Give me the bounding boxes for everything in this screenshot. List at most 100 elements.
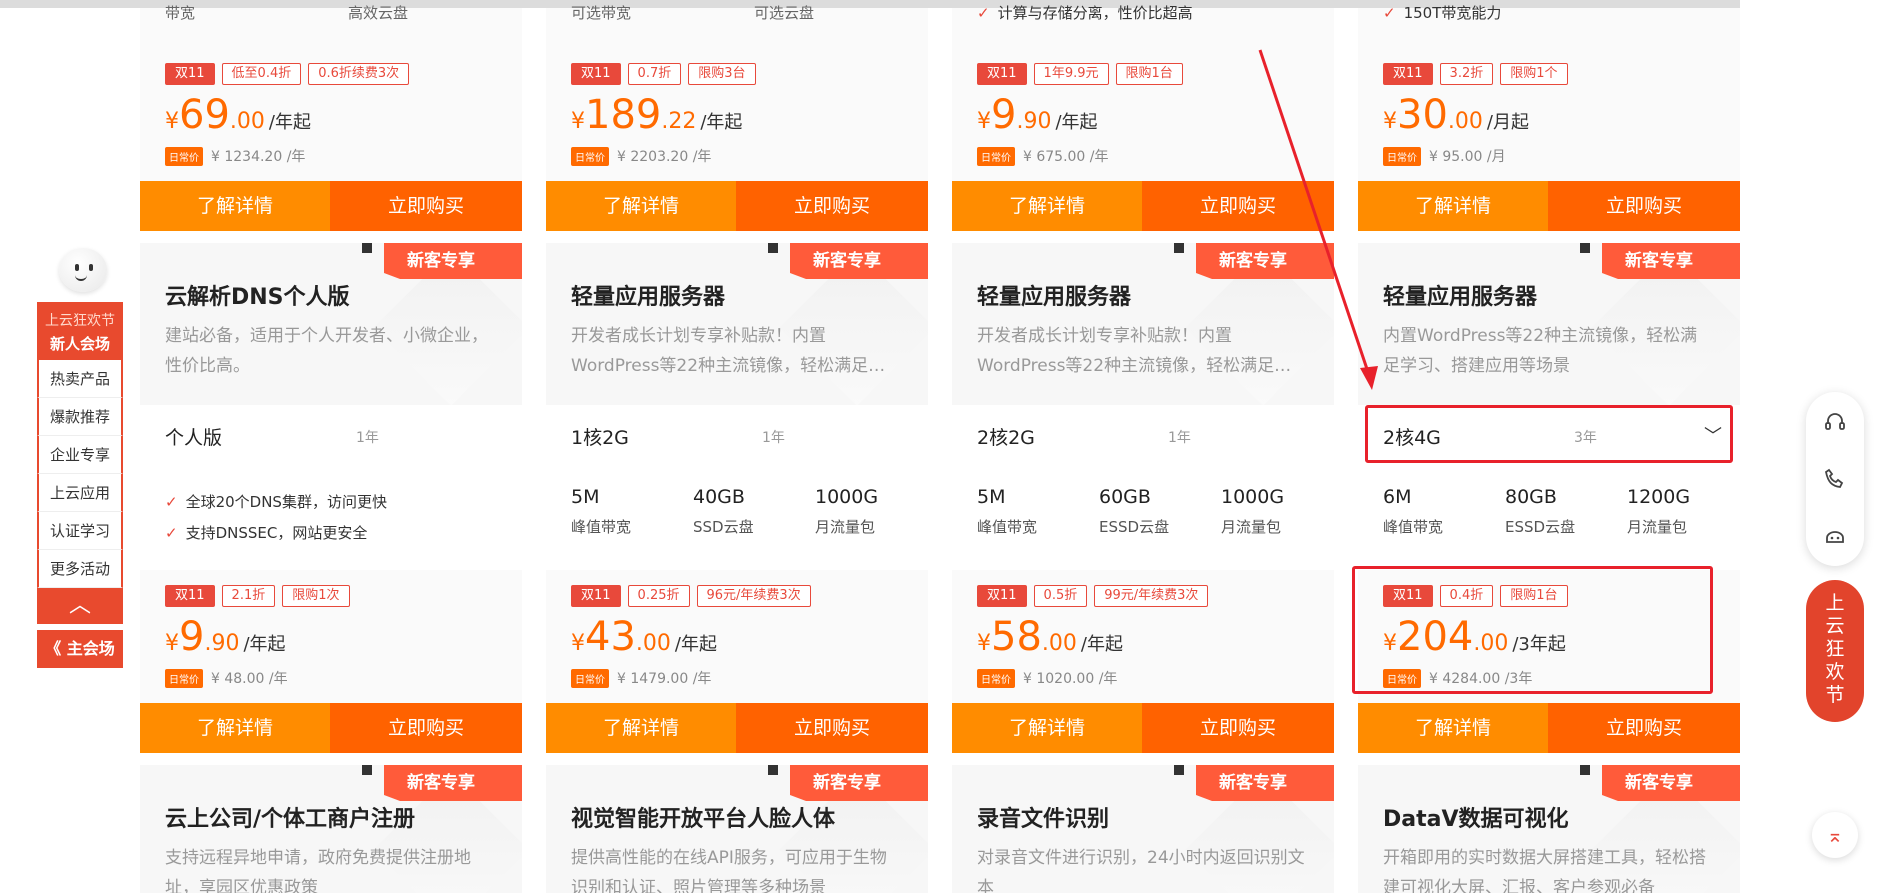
detail-button[interactable]: 了解详情 <box>140 181 330 231</box>
product-desc: 建站必备，适用于个人开发者、小微企业，性价比高。 <box>165 326 488 376</box>
feature-item: ✓ 全球20个DNS集群，访问更快 <box>165 492 387 512</box>
price: ¥9.90/年起 <box>165 614 286 660</box>
detail-button[interactable]: 了解详情 <box>952 703 1142 753</box>
phone-icon[interactable] <box>1823 467 1847 491</box>
product-title: 视觉智能开放平台人脸人体 <box>571 807 836 832</box>
metric-value: 80GB <box>1505 486 1557 508</box>
newcomer-venue-banner[interactable]: 上云狂欢节 新人会场 <box>37 302 123 360</box>
left-nav-certification[interactable]: 认证学习 <box>37 512 123 550</box>
buy-button[interactable]: 立即购买 <box>1142 703 1334 753</box>
promo-tag: 双11 <box>165 63 215 85</box>
chevron-up-icon[interactable]: ︿ <box>37 588 123 624</box>
detail-button[interactable]: 了解详情 <box>952 181 1142 231</box>
detail-button[interactable]: 了解详情 <box>1358 703 1548 753</box>
product-card-top: ✓ 计算与存储分离，性价比超高 双11 1年9.9元 限购1台 ¥9.90/年起 … <box>952 4 1334 181</box>
promo-tag: 2.1折 <box>221 585 276 607</box>
buy-button[interactable]: 立即购买 <box>1548 181 1740 231</box>
buy-button[interactable]: 立即购买 <box>330 703 522 753</box>
spec-text: 高效云盘 <box>348 4 409 22</box>
check-icon: ✓ <box>1383 3 1396 22</box>
buy-button[interactable]: 立即购买 <box>736 181 928 231</box>
product-card-header: 新客专享 云上公司/个体工商户注册 支持远程异地申请，政府免费提供注册地址，享园… <box>140 765 522 893</box>
left-nav-enterprise[interactable]: 企业专享 <box>37 436 123 474</box>
feature-item: ✓ 150T带宽能力 <box>1383 3 1502 23</box>
left-nav-hot-products[interactable]: 热卖产品 <box>37 360 123 398</box>
product-card-top: 带宽 高效云盘 双11 低至0.4折 0.6折续费3次 ¥69.00/年起 日常… <box>140 4 522 181</box>
spec-metrics: 5M 峰值带宽 40GB SSD云盘 1000G 月流量包 <box>571 486 937 537</box>
promo-tag: 99元/年续费3次 <box>1094 585 1209 607</box>
metric-value: 40GB <box>693 486 745 508</box>
spec-selector[interactable]: 2核2G 1年 <box>952 405 1334 465</box>
feature-item: ✓ 支持DNSSEC，网站更安全 <box>165 523 368 543</box>
metric-label: 月流量包 <box>1627 518 1688 536</box>
regular-price: 日常价 ¥ 1234.20 /年 <box>165 146 305 166</box>
main-venue-button[interactable]: 《 主会场 <box>37 630 123 668</box>
product-desc: 开箱即用的实时数据大屏搭建工具，轻松搭建可视化大屏、汇报、客户参观必备 <box>1383 848 1706 893</box>
spec-selector[interactable]: 1核2G 1年 <box>546 405 928 465</box>
left-nav-recommend[interactable]: 爆款推荐 <box>37 398 123 436</box>
regular-price: 日常价 ¥ 1479.00 /年 <box>571 668 711 688</box>
product-column-1: 带宽 高效云盘 双11 低至0.4折 0.6折续费3次 ¥69.00/年起 日常… <box>140 0 522 893</box>
promo-tag: 限购1个 <box>1500 63 1568 85</box>
product-column-2: 可选带宽 可选云盘 双11 0.7折 限购3台 ¥189.22/年起 日常价 ¥ … <box>546 0 928 893</box>
new-customer-badge: 新客专享 <box>1602 243 1740 279</box>
price: ¥69.00/年起 <box>165 92 311 138</box>
new-customer-badge: 新客专享 <box>790 243 928 279</box>
buy-button[interactable]: 立即购买 <box>736 703 928 753</box>
promo-tag: 限购3台 <box>688 63 756 85</box>
price: ¥189.22/年起 <box>571 92 743 138</box>
spec-selector[interactable]: 个人版 1年 <box>140 405 522 465</box>
left-nav-more-activities[interactable]: 更多活动 <box>37 550 123 588</box>
price-panel: 双11 0.5折 99元/年续费3次 ¥58.00/年起 日常价 ¥ 1020.0… <box>952 570 1334 703</box>
promo-tag: 限购1台 <box>1115 63 1183 85</box>
buy-button[interactable]: 立即购买 <box>330 181 522 231</box>
price: ¥30.00/月起 <box>1383 92 1529 138</box>
festival-float-button[interactable]: 上 云 狂 欢 节 <box>1806 580 1864 722</box>
product-desc: 开发者成长计划专享补贴款！内置WordPress等22种主流镜像，轻松满足… <box>571 326 886 376</box>
buy-button[interactable]: 立即购买 <box>1548 703 1740 753</box>
regular-price: 日常价 ¥ 95.00 /月 <box>1383 146 1506 166</box>
new-customer-badge: 新客专享 <box>1196 765 1334 801</box>
promo-tag: 双11 <box>1383 63 1433 85</box>
detail-button[interactable]: 了解详情 <box>546 703 736 753</box>
metric-value: 1200G <box>1627 486 1691 508</box>
feature-item: ✓ 计算与存储分离，性价比超高 <box>977 3 1193 23</box>
promo-tag: 3.2折 <box>1439 63 1494 85</box>
spec-text: 可选带宽 <box>571 4 632 22</box>
promo-tag: 0.25折 <box>627 585 690 607</box>
new-customer-badge: 新客专享 <box>1602 765 1740 801</box>
check-icon: ✓ <box>165 492 178 511</box>
detail-button[interactable]: 了解详情 <box>546 181 736 231</box>
detail-button[interactable]: 了解详情 <box>140 703 330 753</box>
product-card-header: 新客专享 轻量应用服务器 开发者成长计划专享补贴款！内置WordPress等22… <box>546 243 928 405</box>
spec-text: 可选云盘 <box>754 4 815 22</box>
price-panel: 双11 0.25折 96元/年续费3次 ¥43.00/年起 日常价 ¥ 1479.… <box>546 570 928 703</box>
new-customer-badge: 新客专享 <box>1196 243 1334 279</box>
left-nav-cloud-apps[interactable]: 上云应用 <box>37 474 123 512</box>
product-card-header: 新客专享 轻量应用服务器 开发者成长计划专享补贴款！内置WordPress等22… <box>952 243 1334 405</box>
metric-label: 峰值带宽 <box>977 518 1038 536</box>
metric-label: 月流量包 <box>815 518 876 536</box>
promo-tag: 双11 <box>571 585 621 607</box>
buy-button[interactable]: 立即购买 <box>1142 181 1334 231</box>
promo-tag: 双11 <box>571 63 621 85</box>
detail-button[interactable]: 了解详情 <box>1358 181 1548 231</box>
promo-tag: 双11 <box>977 585 1027 607</box>
promo-tag: 0.7折 <box>627 63 682 85</box>
new-customer-badge: 新客专享 <box>384 243 522 279</box>
product-desc: 对录音文件进行识别，24小时内返回识别文本 <box>977 848 1305 893</box>
product-card-header: 新客专享 视觉智能开放平台人脸人体 提供高性能的在线API服务，可应用于生物识别… <box>546 765 928 893</box>
chat-bot-icon[interactable] <box>1823 524 1847 548</box>
product-title: 轻量应用服务器 <box>977 285 1132 310</box>
back-to-top-icon[interactable]: ⌅ <box>1812 812 1858 858</box>
annotation-highlight-price <box>1352 566 1713 694</box>
product-card-top: 可选带宽 可选云盘 双11 0.7折 限购3台 ¥189.22/年起 日常价 ¥ … <box>546 4 928 181</box>
promo-tag: 0.5折 <box>1033 585 1088 607</box>
regular-price: 日常价 ¥ 1020.00 /年 <box>977 668 1117 688</box>
product-title: 云上公司/个体工商户注册 <box>165 807 416 832</box>
metric-value: 1000G <box>815 486 879 508</box>
headset-icon[interactable] <box>1823 410 1847 434</box>
promo-tag: 限购1次 <box>282 585 350 607</box>
right-toolbar <box>1806 392 1864 566</box>
product-title: DataV数据可视化 <box>1383 807 1569 832</box>
